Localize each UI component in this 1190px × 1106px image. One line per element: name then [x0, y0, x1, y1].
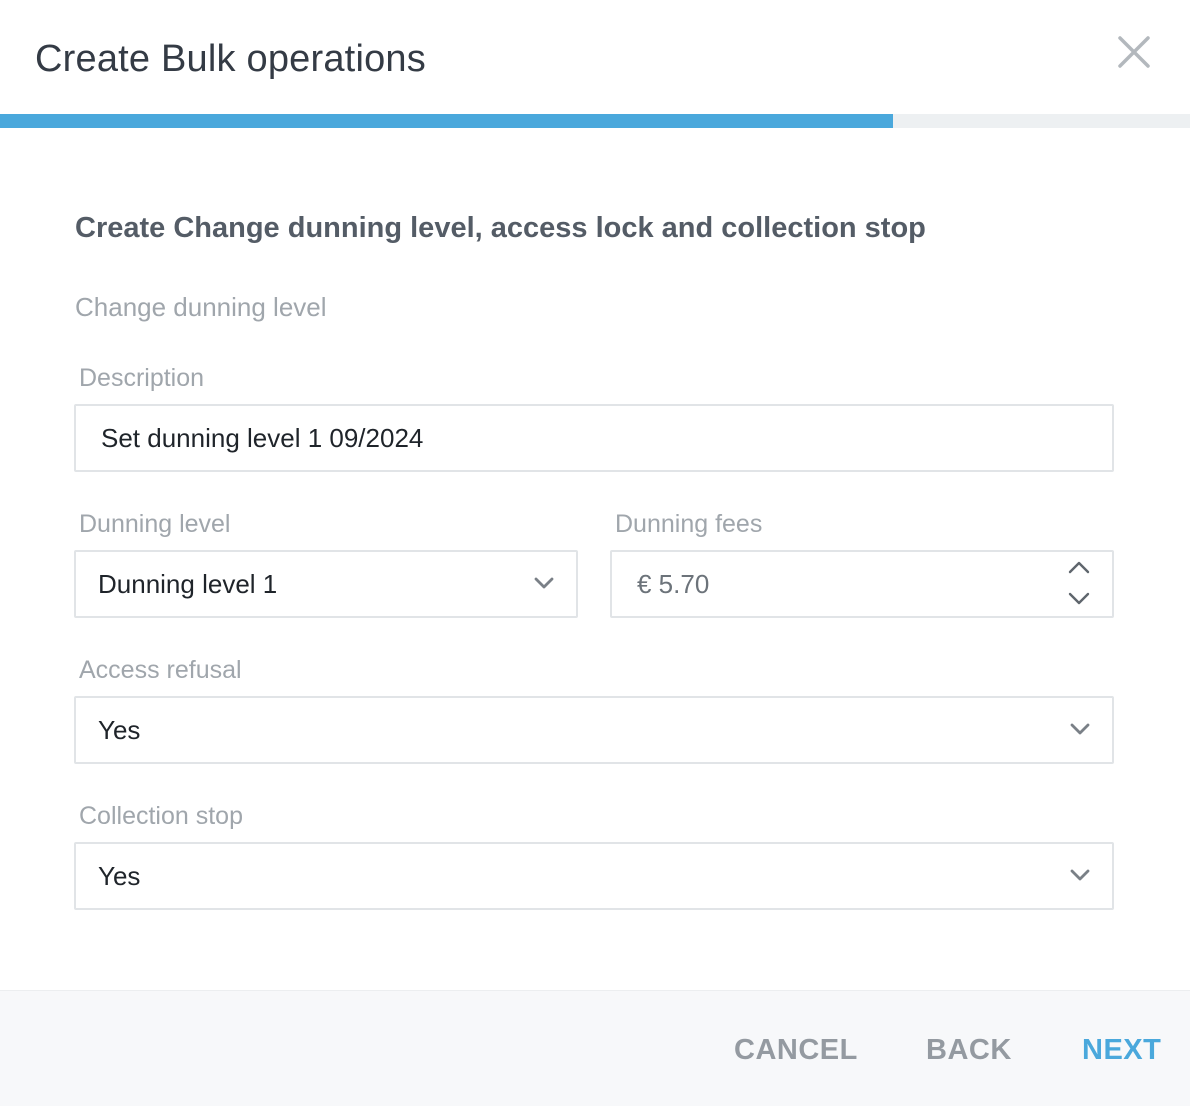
dialog-content: Create Change dunning level, access lock… [0, 128, 1190, 990]
dialog-title: Create Bulk operations [35, 38, 426, 80]
next-button[interactable]: NEXT [1082, 1034, 1161, 1067]
chevron-down-icon [1070, 868, 1090, 887]
dunning-level-label: Dunning level [79, 510, 231, 538]
description-field[interactable]: Set dunning level 1 09/2024 [74, 404, 1114, 472]
dunning-fees-value: € 5.70 [637, 569, 710, 599]
description-label: Description [79, 364, 205, 392]
collection-stop-value: Yes [98, 861, 141, 891]
chevron-down-icon [1070, 722, 1090, 741]
chevron-up-icon [1068, 561, 1090, 574]
close-button[interactable] [1114, 32, 1154, 72]
close-icon [1118, 36, 1150, 68]
dunning-fees-field[interactable]: € 5.70 [610, 550, 1114, 618]
section-title: Create Change dunning level, access lock… [75, 212, 926, 244]
dunning-fees-stepper [1066, 558, 1092, 610]
access-refusal-label: Access refusal [79, 656, 242, 684]
progress-bar-fill [0, 114, 893, 128]
back-button[interactable]: BACK [926, 1034, 1012, 1067]
description-value: Set dunning level 1 09/2024 [101, 423, 424, 453]
increment-button[interactable] [1066, 558, 1092, 580]
cancel-button[interactable]: CANCEL [734, 1034, 858, 1067]
dunning-fees-label: Dunning fees [615, 510, 763, 538]
collection-stop-label: Collection stop [79, 802, 243, 830]
decrement-button[interactable] [1066, 588, 1092, 610]
progress-bar [0, 114, 1190, 128]
bulk-operations-dialog: Create Bulk operations Create Change dun… [0, 0, 1190, 1106]
chevron-down-icon [534, 576, 554, 595]
dunning-level-select[interactable]: Dunning level 1 [74, 550, 578, 618]
access-refusal-select[interactable]: Yes [74, 696, 1114, 764]
dialog-header: Create Bulk operations [0, 0, 1190, 114]
access-refusal-value: Yes [98, 715, 141, 745]
dunning-level-value: Dunning level 1 [98, 569, 278, 599]
collection-stop-select[interactable]: Yes [74, 842, 1114, 910]
chevron-down-icon [1068, 592, 1090, 605]
dialog-footer: CANCEL BACK NEXT [0, 990, 1190, 1106]
subsection-title: Change dunning level [75, 292, 327, 322]
